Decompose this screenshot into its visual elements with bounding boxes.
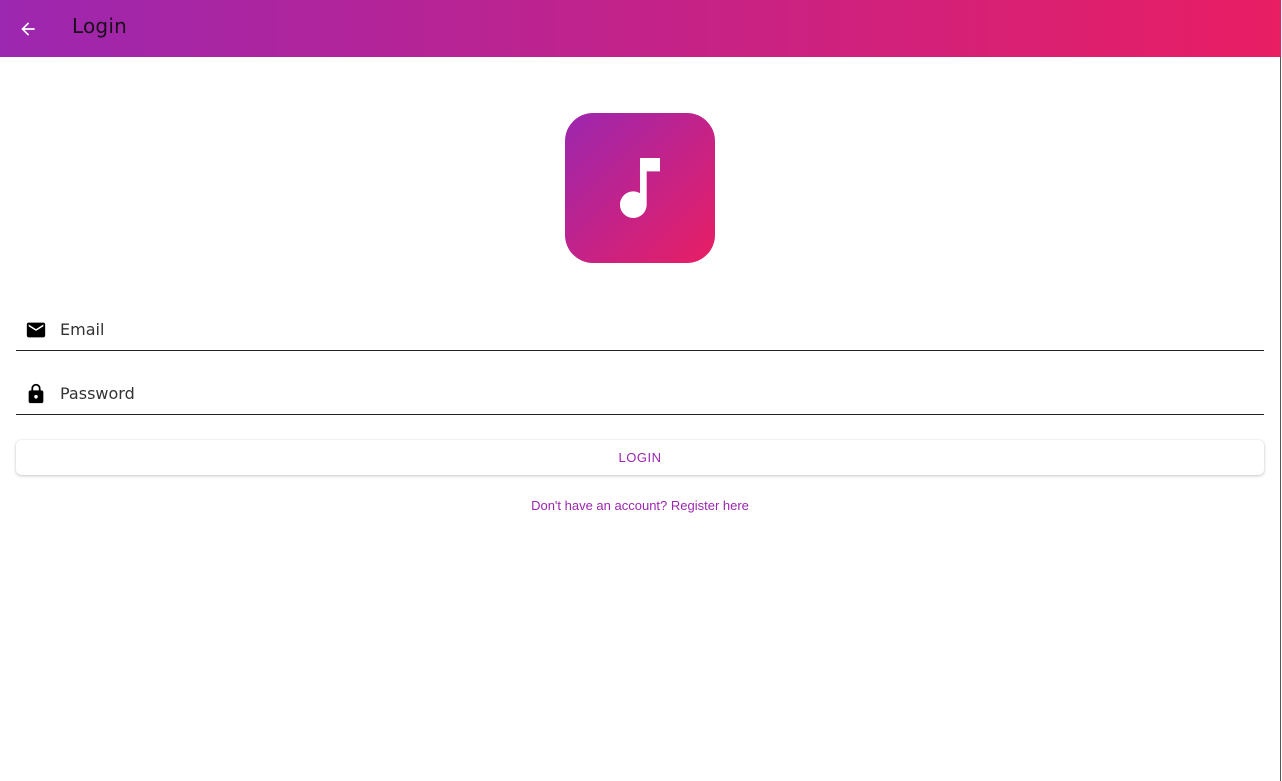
email-input[interactable] (60, 315, 1250, 343)
email-field (16, 309, 1264, 351)
page-title: Login (72, 14, 127, 38)
register-link[interactable]: Don't have an account? Register here (0, 498, 1280, 513)
app-bar: Login (0, 0, 1281, 57)
back-button[interactable] (12, 13, 44, 45)
mail-icon (24, 318, 48, 342)
arrow-left-icon (21, 22, 35, 36)
app-logo (565, 113, 715, 263)
music-note-icon (620, 158, 660, 218)
login-button[interactable]: LOGIN (16, 440, 1264, 475)
lock-icon (24, 382, 48, 406)
password-input[interactable] (60, 379, 1250, 407)
password-field (16, 373, 1264, 415)
